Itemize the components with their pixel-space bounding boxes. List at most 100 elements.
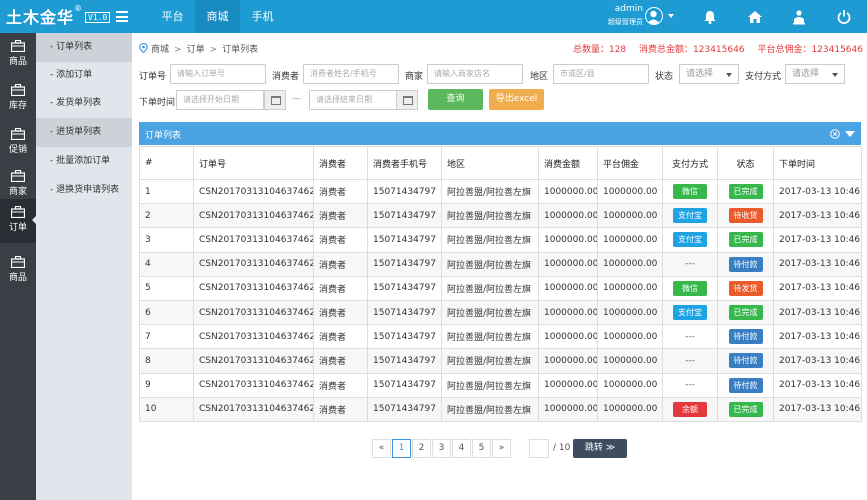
subnav-item-shipment-list[interactable]: - 发货单列表 — [36, 89, 132, 118]
col-header-pay-method: 支付方式 — [662, 146, 718, 180]
pay-method-select[interactable]: 请选择 — [785, 64, 845, 84]
cell-amount: 1000000.00 — [538, 203, 598, 229]
cell-pay-method: 微信 — [662, 178, 718, 205]
status-select[interactable]: 请选择 — [679, 64, 739, 84]
table-row[interactable]: 9 CSN201703131046374625 消费者 15071434797 阿拉善盟… — [139, 372, 862, 398]
cell-region: 阿拉善盟/阿拉善左旗 — [441, 324, 539, 350]
close-circle-icon[interactable] — [830, 129, 840, 139]
cell-region: 阿拉善盟/阿拉善左旗 — [441, 372, 539, 398]
cell-region: 阿拉善盟/阿拉善左旗 — [441, 203, 539, 229]
pagination-prev[interactable]: « — [372, 439, 391, 458]
cell-commission: 1000000.00 — [597, 203, 663, 229]
cell-order-no: CSN201703131046374625 — [193, 203, 314, 229]
tab-mobile[interactable]: 手机 — [240, 0, 285, 33]
sidebar-item-label: 库存 — [8, 101, 27, 111]
collapse-chevron-icon[interactable] — [845, 130, 855, 138]
user-settings-icon[interactable] — [791, 9, 807, 25]
table-row[interactable]: 10 CSN201703131046374625 消费者 15071434797 阿拉善… — [139, 396, 862, 422]
cell-phone: 15071434797 — [367, 178, 442, 205]
panel-title: 订单列表 — [145, 131, 182, 141]
cell-commission: 1000000.00 — [597, 324, 663, 350]
pagination-page-1[interactable]: 1 — [392, 439, 411, 458]
cell-consumer: 消费者 — [313, 227, 368, 253]
sidebar-item-label: 商家 — [8, 187, 27, 197]
cell-index: 2 — [139, 203, 194, 229]
bell-icon[interactable] — [702, 9, 718, 25]
cell-status: 待付款 — [717, 372, 774, 398]
sidebar-item-merchant[interactable]: 商家 — [0, 163, 36, 204]
merchant-input[interactable]: 请输入商家店名 — [427, 64, 523, 84]
pagination-next[interactable]: » — [492, 439, 511, 458]
consumer-input[interactable]: 消费者姓名/手机号 — [303, 64, 399, 84]
calendar-icon[interactable] — [264, 90, 286, 110]
menu-toggle-icon[interactable] — [116, 11, 128, 22]
tab-mall[interactable]: 商城 — [195, 0, 240, 33]
cell-phone: 15071434797 — [367, 203, 442, 229]
sidebar-item-promotion[interactable]: 促销 — [0, 121, 36, 162]
sidebar-item-goods[interactable]: 商品 — [0, 33, 36, 74]
cell-amount: 1000000.00 — [538, 348, 598, 374]
cell-phone: 15071434797 — [367, 324, 442, 350]
start-date-input[interactable]: 请选择开始日期 — [176, 90, 264, 110]
breadcrumb-mall[interactable]: 商城 — [151, 45, 169, 55]
page-jump-input[interactable] — [529, 439, 549, 458]
table-row[interactable]: 1 CSN201703131046374625 消费者 15071434797 阿拉善盟… — [139, 178, 862, 205]
subnav-item-order-list[interactable]: - 订单列表 — [36, 33, 132, 62]
app-logo[interactable]: 土木金华®V1.0 — [6, 4, 111, 28]
subnav-item-purchase-list[interactable]: - 进货单列表 — [36, 118, 132, 147]
pagination-page-4[interactable]: 4 — [452, 439, 471, 458]
table-row[interactable]: 6 CSN201703131046374625 消费者 15071434797 阿拉善盟… — [139, 299, 862, 326]
home-icon[interactable] — [747, 9, 763, 25]
pagination-page-2[interactable]: 2 — [412, 439, 431, 458]
col-header-phone: 消费者手机号 — [367, 146, 442, 180]
cell-consumer: 消费者 — [313, 203, 368, 229]
subnav-item-add-order[interactable]: - 添加订单 — [36, 61, 132, 90]
jump-button[interactable]: 跳转 ≫ — [573, 439, 627, 458]
pagination-page-5[interactable]: 5 — [472, 439, 491, 458]
subnav-item-returns[interactable]: - 退换货申请列表 — [36, 176, 132, 205]
cell-region: 阿拉善盟/阿拉善左旗 — [441, 251, 539, 277]
region-input[interactable]: 市或区/县 — [553, 64, 649, 84]
table-row[interactable]: 7 CSN201703131046374625 消费者 15071434797 阿拉善盟… — [139, 324, 862, 350]
cell-pay-method: 支付宝 — [662, 203, 718, 229]
avatar[interactable] — [645, 7, 663, 25]
power-icon[interactable] — [836, 9, 852, 25]
pagination-page-3[interactable]: 3 — [432, 439, 451, 458]
cell-index: 8 — [139, 348, 194, 374]
cell-status: 待付款 — [717, 348, 774, 374]
status-label: 状态 — [655, 72, 674, 82]
pay-method-badge: 微信 — [673, 280, 707, 296]
table-row[interactable]: 3 CSN201703131046374625 消费者 15071434797 阿拉善盟… — [139, 227, 862, 253]
pay-method-badge: 支付宝 — [673, 305, 707, 321]
cell-order-time: 2017-03-13 10:46:37 — [773, 203, 862, 229]
cell-order-time: 2017-03-13 10:46:37 — [773, 348, 862, 374]
user-menu-caret-icon[interactable] — [668, 14, 674, 18]
tab-platform[interactable]: 平台 — [150, 0, 195, 33]
cell-index: 1 — [139, 178, 194, 205]
pay-method-empty: --- — [685, 355, 695, 366]
cell-order-time: 2017-03-13 10:46:37 — [773, 227, 862, 253]
query-button[interactable]: 查询 — [428, 89, 483, 110]
sidebar-item-orders[interactable]: 订单 — [0, 199, 36, 243]
cell-status: 待付款 — [717, 324, 774, 350]
cell-region: 阿拉善盟/阿拉善左旗 — [441, 227, 539, 253]
order-no-input[interactable]: 请输入订单号 — [170, 64, 266, 84]
table-row[interactable]: 4 CSN201703131046374625 消费者 15071434797 阿拉善盟… — [139, 251, 862, 277]
location-pin-icon — [139, 42, 148, 54]
briefcase-icon — [11, 206, 25, 218]
calendar-icon[interactable] — [396, 90, 418, 110]
table-row[interactable]: 2 CSN201703131046374625 消费者 15071434797 阿拉善盟… — [139, 203, 862, 229]
cell-amount: 1000000.00 — [538, 372, 598, 398]
end-date-input[interactable]: 请选择结束日期 — [309, 90, 397, 110]
subnav-item-batch-add[interactable]: - 批量添加订单 — [36, 147, 132, 176]
sidebar-item-goods-2[interactable]: 商品 — [0, 249, 36, 290]
cell-status: 待收货 — [717, 203, 774, 229]
export-excel-button[interactable]: 导出excel — [489, 89, 544, 110]
sidebar-item-label: 商品 — [8, 57, 27, 67]
table-row[interactable]: 5 CSN201703131046374625 消费者 15071434797 阿拉善盟… — [139, 275, 862, 301]
breadcrumb-orders[interactable]: 订单 — [187, 45, 205, 55]
col-header-region: 地区 — [441, 146, 539, 180]
table-row[interactable]: 8 CSN201703131046374625 消费者 15071434797 阿拉善盟… — [139, 348, 862, 374]
sidebar-item-stock[interactable]: 库存 — [0, 77, 36, 118]
cell-consumer: 消费者 — [313, 275, 368, 301]
